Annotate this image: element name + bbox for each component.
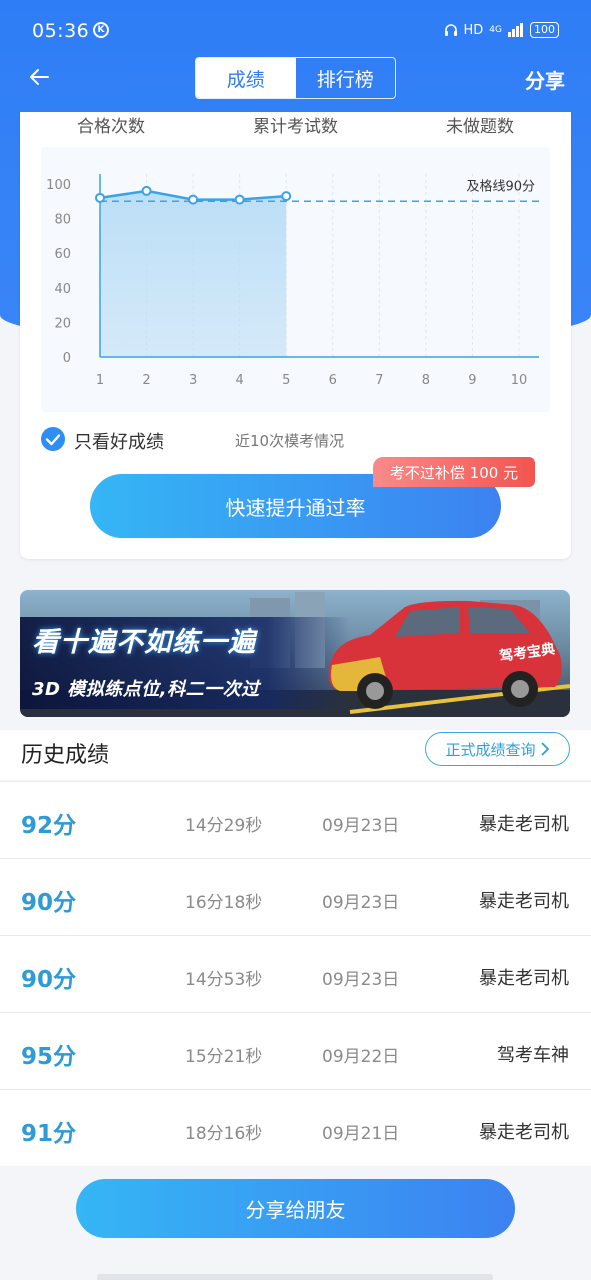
row-date: 09月21日 [322, 1124, 400, 1144]
row-nickname: 驾考车神 [497, 1045, 569, 1066]
chart-data-point [188, 194, 199, 205]
k-badge-icon: K [93, 22, 109, 38]
official-score-query-label: 正式成绩查询 [445, 740, 536, 759]
row-score: 90分 [21, 967, 77, 993]
battery-icon: 100 [530, 22, 559, 38]
history-row[interactable]: 92分 14分29秒 09月23日 暴走老司机 [0, 781, 591, 858]
checkbox-checked-icon[interactable] [41, 427, 65, 451]
history-row[interactable]: 90分 14分53秒 09月23日 暴走老司机 [0, 935, 591, 1012]
row-score: 90分 [21, 890, 77, 916]
arrow-left-icon[interactable] [26, 64, 52, 90]
bottom-tab-strip [97, 1274, 493, 1280]
filter-row: 只看好成绩 近10次模考情况 [41, 425, 550, 453]
row-date: 09月22日 [322, 1047, 400, 1067]
history-list: 92分 14分29秒 09月23日 暴走老司机 90分 16分18秒 09月23… [0, 781, 591, 1166]
top-nav: 成绩 排行榜 分享 [0, 56, 591, 102]
row-date: 09月23日 [322, 893, 400, 913]
share-link[interactable]: 分享 [525, 65, 565, 94]
chart-x-tick-label: 7 [375, 373, 383, 388]
chart-y-tick-label: 20 [54, 316, 71, 331]
history-header: 历史成绩 正式成绩查询 [0, 730, 591, 780]
row-nickname: 暴走老司机 [479, 891, 569, 912]
row-duration: 15分21秒 [185, 1047, 263, 1067]
chart-x-tick-label: 1 [96, 373, 104, 388]
banner-headline: 看十遍不如练一遍 [32, 627, 256, 658]
chart-x-tick-label: 4 [236, 373, 244, 388]
promo-banner[interactable]: 看十遍不如练一遍 3D 模拟练点位,科二一次过 驾考宝典 [20, 590, 570, 717]
chevron-right-icon [540, 742, 549, 756]
chart-data-point [141, 185, 152, 196]
row-date: 09月23日 [322, 970, 400, 990]
row-score: 95分 [21, 1044, 77, 1070]
row-duration: 16分18秒 [185, 893, 263, 913]
stats-labels-row: 合格次数 累计考试数 未做题数 [20, 112, 571, 137]
row-duration: 14分29秒 [185, 816, 263, 836]
chart-pass-line-label: 及格线90分 [466, 178, 535, 194]
segmented-tabs: 成绩 排行榜 [195, 57, 396, 99]
chart-x-tick-label: 3 [189, 373, 197, 388]
row-nickname: 暴走老司机 [479, 1122, 569, 1143]
chart-x-tick-label: 8 [422, 373, 430, 388]
row-score: 92分 [21, 813, 77, 839]
stat-label-passed: 合格次数 [77, 117, 145, 137]
row-nickname: 暴走老司机 [479, 968, 569, 989]
promo-badge: 考不过补偿 100 元 [373, 457, 535, 487]
score-chart-svg: 0 20 40 60 80 100 1 2 3 4 5 6 7 8 9 10 及格线90分 [46, 174, 541, 388]
status-icons: HD 4G 100 [444, 22, 559, 38]
chart-area [100, 190, 287, 357]
share-to-friends-button[interactable]: 分享给朋友 [76, 1179, 515, 1238]
score-card: 合格次数 累计考试数 未做题数 0 20 40 60 80 100 1 2 3 4 5 6 7 8 9 10 及… [20, 112, 571, 559]
status-time: 05:36 [32, 20, 90, 42]
stat-label-total: 累计考试数 [253, 117, 338, 137]
chart-x-tick-label: 6 [329, 373, 337, 388]
status-bar: 05:36 K HD 4G 100 [0, 0, 591, 60]
network-label: HD [463, 22, 484, 38]
chart-x-tick-label: 5 [282, 373, 290, 388]
history-row[interactable]: 95分 15分21秒 09月22日 驾考车神 [0, 1012, 591, 1089]
chart-x-tick-label: 9 [468, 373, 476, 388]
official-score-query-button[interactable]: 正式成绩查询 [425, 732, 570, 766]
signal-icon [508, 23, 523, 37]
cta-wrapper: 考不过补偿 100 元 快速提升通过率 [90, 457, 535, 538]
good-scores-only-label[interactable]: 只看好成绩 [74, 428, 164, 454]
history-row[interactable]: 91分 18分16秒 09月21日 暴走老司机 [0, 1089, 591, 1166]
chart-data-point [281, 191, 292, 202]
row-date: 09月23日 [322, 816, 400, 836]
chart-y-tick-label: 0 [63, 351, 71, 366]
signal-4g-label: 4G [489, 25, 502, 35]
chart-y-tick-label: 40 [54, 282, 71, 297]
row-duration: 14分53秒 [185, 970, 263, 990]
stat-label-undone: 未做题数 [446, 117, 514, 137]
row-score: 91分 [21, 1121, 77, 1147]
banner-subline: 3D 模拟练点位,科二一次过 [32, 679, 260, 700]
chart-y-tick-label: 100 [46, 178, 71, 193]
chart-x-tick-label: 10 [511, 373, 528, 388]
headphones-icon [444, 24, 457, 36]
tab-score[interactable]: 成绩 [196, 58, 296, 98]
history-row[interactable]: 90分 16分18秒 09月23日 暴走老司机 [0, 858, 591, 935]
recent-exams-label: 近10次模考情况 [235, 432, 345, 450]
history-title: 历史成绩 [21, 743, 110, 768]
chart-data-point [234, 194, 245, 205]
chart-x-tick-label: 2 [142, 373, 150, 388]
tab-leaderboard[interactable]: 排行榜 [296, 58, 396, 98]
row-nickname: 暴走老司机 [479, 814, 569, 835]
row-duration: 18分16秒 [185, 1124, 263, 1144]
car-icon: 驾考宝典 [328, 600, 562, 709]
score-chart: 0 20 40 60 80 100 1 2 3 4 5 6 7 8 9 10 及格线90分 [41, 147, 550, 412]
chart-y-tick-label: 80 [54, 213, 71, 228]
chart-data-point [95, 192, 105, 203]
chart-y-tick-label: 60 [54, 247, 71, 262]
